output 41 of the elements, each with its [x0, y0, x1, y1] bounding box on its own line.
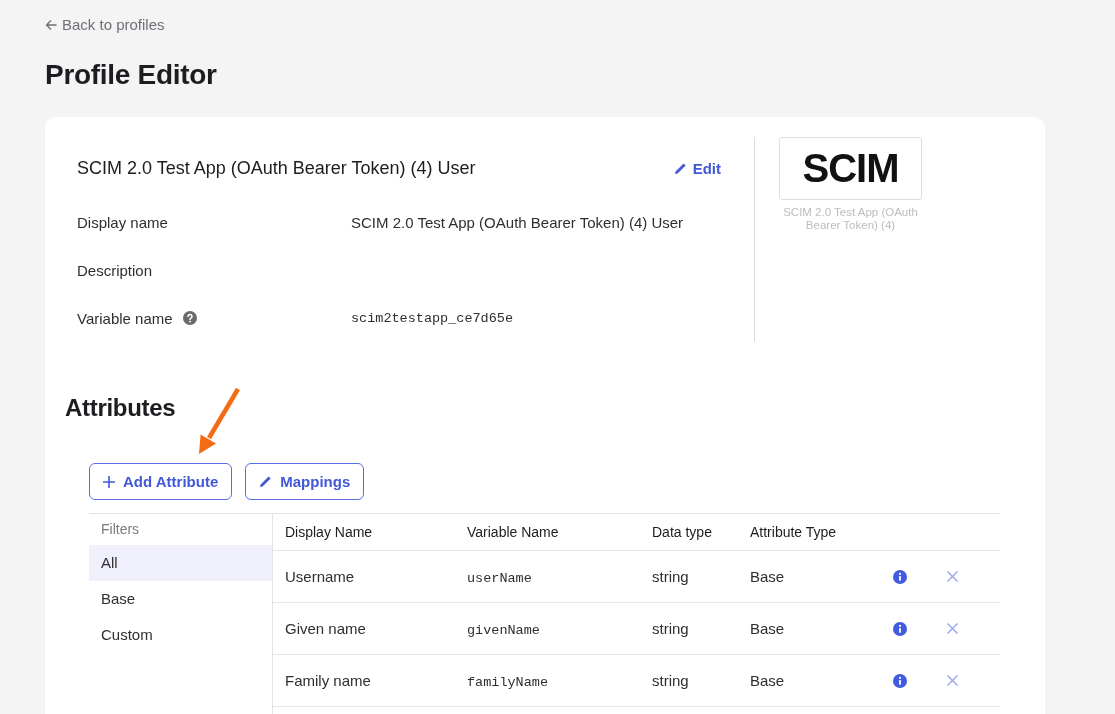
mappings-button[interactable]: Mappings: [245, 463, 365, 500]
field-value: SCIM 2.0 Test App (OAuth Bearer Token) (4) User: [351, 213, 684, 231]
pencil-icon: [259, 475, 273, 488]
pencil-icon: [673, 161, 687, 175]
app-name-caption: SCIM 2.0 Test App (OAuth Bearer Token) (4): [782, 206, 919, 232]
info-icon[interactable]: [893, 569, 907, 584]
table-cell: string: [652, 568, 689, 585]
help-icon[interactable]: [182, 311, 197, 325]
column-header: Display Name: [285, 524, 373, 540]
info-icon[interactable]: [893, 621, 907, 636]
table-cell: Base: [750, 568, 785, 585]
table-cell: Given name: [285, 620, 366, 637]
plus-icon: [103, 475, 115, 488]
column-header: Data type: [652, 524, 712, 540]
table-cell: string: [652, 672, 689, 689]
info-icon[interactable]: [893, 673, 907, 688]
column-header: Attribute Type: [750, 524, 837, 540]
table-cell: Family name: [285, 672, 371, 689]
table-cell: Base: [750, 672, 785, 689]
edit-link[interactable]: Edit: [673, 159, 721, 177]
table-cell: Base: [750, 620, 785, 637]
arrow-left-icon: [45, 19, 57, 31]
field-label: Variable name: [77, 309, 173, 327]
filter-item[interactable]: Custom: [89, 617, 272, 653]
add-attribute-button[interactable]: Add Attribute: [89, 463, 233, 500]
page-title: Profile Editor: [45, 58, 217, 92]
filters-heading: Filters: [100, 520, 141, 539]
field-label: Display name: [77, 213, 168, 231]
table-cell: userName: [467, 570, 532, 586]
back-link[interactable]: Back to profiles: [45, 16, 165, 34]
app-logo: SCIM: [779, 137, 922, 200]
table-cell: string: [652, 620, 689, 637]
column-header: Variable Name: [467, 524, 559, 540]
profile-title: SCIM 2.0 Test App (OAuth Bearer Token) (4) User: [77, 157, 476, 179]
filter-item[interactable]: All: [89, 545, 272, 581]
table-cell: Username: [285, 568, 355, 585]
table-cell: givenName: [467, 622, 540, 638]
filter-item[interactable]: Base: [89, 581, 272, 617]
field-value: scim2testapp_ce7d65e: [351, 310, 514, 326]
table-cell: familyName: [467, 674, 548, 690]
section-title: Attributes: [65, 393, 176, 423]
